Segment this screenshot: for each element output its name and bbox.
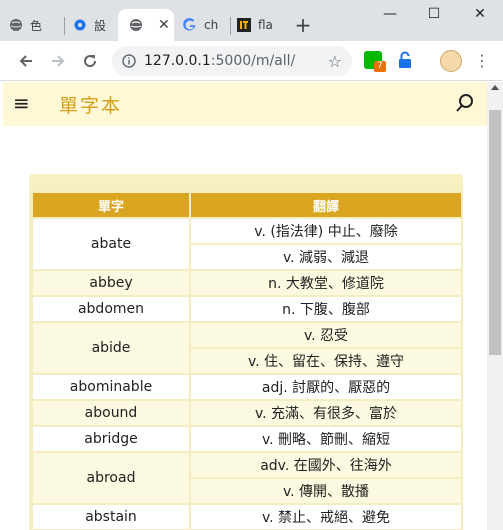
translation-cell: v. 禁止、戒絕、避免 (189, 503, 463, 530)
browser-toolbar: 127.0.0.1:5000/m/all/ ☆ 7 ⋮ (0, 41, 503, 81)
tab-google[interactable]: ch (182, 9, 228, 41)
globe-icon (128, 17, 144, 33)
address-bar[interactable]: 127.0.0.1:5000/m/all/ ☆ (112, 46, 352, 76)
table-row: abound v. 充滿、有很多、富於 (31, 399, 463, 427)
site-brand[interactable]: 單字本 (59, 91, 122, 118)
translation-cell: adj. 討厭的、厭惡的 (189, 373, 463, 401)
table-row: abate v. (指法律) 中止、廢除 (31, 217, 463, 271)
word-cell: abbey (31, 269, 191, 297)
ithome-icon (236, 17, 252, 33)
close-tab-icon[interactable]: ✕ (158, 17, 170, 33)
translation-cell: v. 減弱、減退 (189, 243, 463, 271)
reload-icon[interactable] (78, 49, 102, 73)
scroll-thumb[interactable] (489, 110, 501, 355)
gear-icon (72, 17, 88, 33)
translation-cell: v. 充滿、有很多、富於 (189, 399, 463, 427)
tab-separator (64, 17, 65, 35)
hamburger-menu-icon[interactable]: ≡ (13, 91, 30, 115)
extension-badge: 7 (374, 61, 386, 72)
tab-strip: 色 設 ✕ ch fla + — ☐ ✕ (0, 0, 503, 41)
word-cell: abominable (31, 373, 191, 401)
translation-cell: v. (指法律) 中止、廢除 (189, 217, 463, 245)
table-row: abbey n. 大教堂、修道院 (31, 269, 463, 297)
tab-current[interactable]: ✕ (118, 9, 174, 41)
tab-title: 色 (30, 18, 43, 33)
page-scrollbar[interactable] (487, 82, 503, 530)
profile-avatar[interactable] (440, 50, 462, 72)
word-cell: abroad (31, 451, 191, 505)
info-icon[interactable] (122, 54, 136, 68)
url-path: :5000/m/all/ (210, 53, 296, 69)
tab-settings[interactable]: 設 (72, 9, 122, 41)
table-row: abridge v. 刪略、節刪、縮短 (31, 425, 463, 453)
scroll-up-arrow-icon[interactable] (491, 85, 499, 90)
search-icon[interactable] (455, 92, 475, 114)
bookmark-star-icon[interactable]: ☆ (328, 52, 342, 71)
word-cell: abstain (31, 503, 191, 530)
chrome-menu-icon[interactable]: ⋮ (474, 50, 490, 72)
table-row: abroad adv. 在國外、往海外 (31, 451, 463, 505)
url-host: 127.0.0.1 (144, 53, 211, 69)
google-icon (182, 17, 198, 33)
column-header-translation: 翻譯 (189, 191, 463, 219)
forward-icon[interactable] (46, 49, 70, 73)
table-row: abdomen n. 下腹、腹部 (31, 295, 463, 323)
vocab-table-body: abate v. (指法律) 中止、廢除 v. 減弱、減退 abbey n. 大教堂、修… (31, 217, 463, 530)
tab-title: ch (204, 18, 219, 32)
tab-ithome[interactable]: fla (236, 9, 286, 41)
page-viewport: ≡ 單字本 單字 翻譯 abate v. (指法律) 中止、廢除 v. 減弱、減退 a… (0, 82, 503, 530)
translation-cell: v. 忍受 (189, 321, 463, 349)
translation-cell: adv. 在國外、往海外 (189, 451, 463, 479)
table-row: abide v. 忍受 (31, 321, 463, 375)
table-row: abstain v. 禁止、戒絕、避免 (31, 503, 463, 530)
translation-cell: n. 大教堂、修道院 (189, 269, 463, 297)
minimize-button[interactable]: — (380, 6, 400, 22)
translation-cell: v. 傳開、散播 (189, 477, 463, 505)
close-window-button[interactable]: ✕ (470, 6, 490, 22)
tab-title: fla (258, 18, 273, 32)
translation-cell: v. 住、留在、保持、遵守 (189, 347, 463, 375)
tab-colors[interactable]: 色 (8, 9, 62, 41)
translation-cell: n. 下腹、腹部 (189, 295, 463, 323)
word-cell: abide (31, 321, 191, 375)
site-navbar: ≡ 單字本 (3, 82, 487, 126)
back-icon[interactable] (14, 49, 38, 73)
new-tab-button[interactable]: + (292, 14, 314, 36)
vocab-table: 單字 翻譯 abate v. (指法律) 中止、廢除 v. 減弱、減退 abbey n.… (31, 191, 463, 530)
word-cell: abound (31, 399, 191, 427)
page-content: ≡ 單字本 單字 翻譯 abate v. (指法律) 中止、廢除 v. 減弱、減退 a… (3, 82, 487, 530)
lock-extension-icon[interactable] (396, 51, 414, 69)
word-cell: abridge (31, 425, 191, 453)
tab-separator (230, 17, 231, 35)
globe-icon (8, 17, 24, 33)
translation-cell: v. 刪略、節刪、縮短 (189, 425, 463, 453)
column-header-word: 單字 (31, 191, 191, 219)
word-cell: abate (31, 217, 191, 271)
tab-title: 設 (94, 18, 107, 33)
maximize-button[interactable]: ☐ (424, 6, 444, 22)
word-cell: abdomen (31, 295, 191, 323)
table-row: abominable adj. 討厭的、厭惡的 (31, 373, 463, 401)
